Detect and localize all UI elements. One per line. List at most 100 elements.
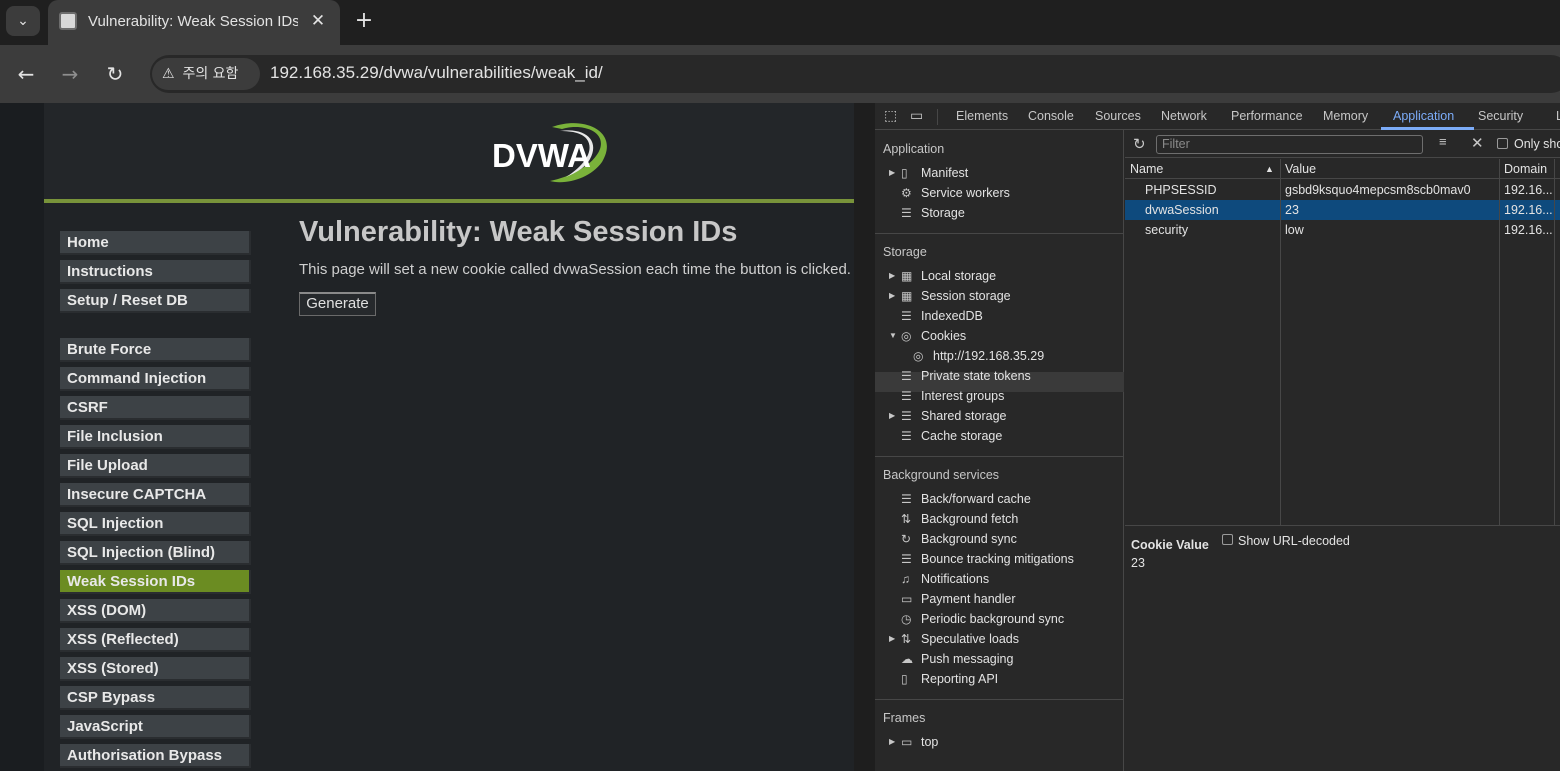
menu-item-brute-force[interactable]: Brute Force xyxy=(60,338,251,362)
sidebar-item-background-fetch[interactable]: ⇅ Background fetch xyxy=(889,509,1018,529)
sidebar-item-notifications[interactable]: ♫ Notifications xyxy=(889,569,989,589)
inspect-element-icon[interactable]: ⬚ xyxy=(884,107,897,124)
expand-arrow-icon[interactable]: ▶ xyxy=(889,732,901,752)
devtools-splitter[interactable] xyxy=(854,103,875,771)
divider xyxy=(875,699,1124,700)
tab-memory[interactable]: Memory xyxy=(1323,109,1368,123)
menu-item-insecure-captcha[interactable]: Insecure CAPTCHA xyxy=(60,483,251,507)
menu-item-sql-injection[interactable]: SQL Injection xyxy=(60,512,251,536)
expand-arrow-icon[interactable]: ▶ xyxy=(889,266,901,286)
sidebar-item-payment-handler[interactable]: ▭ Payment handler xyxy=(889,589,1016,609)
sidebar-item-bfcache[interactable]: ☰ Back/forward cache xyxy=(889,489,1031,509)
refresh-icon[interactable]: ↻ xyxy=(1133,135,1146,153)
section-storage: Storage xyxy=(883,245,927,259)
tab-network[interactable]: Network xyxy=(1161,109,1207,123)
menu-item-home[interactable]: Home xyxy=(60,231,251,255)
expand-arrow-icon[interactable]: ▶ xyxy=(889,629,901,649)
sidebar-item-push-messaging[interactable]: ☁ Push messaging xyxy=(889,649,1013,669)
clear-filtered-icon[interactable]: ≡ xyxy=(1439,134,1447,149)
menu-item-instructions[interactable]: Instructions xyxy=(60,260,251,284)
tab-close-icon[interactable]: ✕ xyxy=(306,9,330,33)
sidebar-item-private-state-tokens[interactable]: ☰ Private state tokens xyxy=(889,366,1031,386)
cookie-row[interactable]: PHPSESSID gsbd9ksquo4mepcsm8scb0mav0 192.1… xyxy=(1125,180,1560,200)
security-chip[interactable]: ⚠ 주의 요함 xyxy=(152,58,260,90)
sidebar-item-local-storage[interactable]: ▶ ▦ Local storage xyxy=(889,266,996,286)
filter-input[interactable]: Filter xyxy=(1156,135,1423,154)
database-icon: ☰ xyxy=(901,309,912,323)
sidebar-item-session-storage[interactable]: ▶ ▦ Session storage xyxy=(889,286,1011,306)
sidebar-item-interest-groups[interactable]: ☰ Interest groups xyxy=(889,386,1004,406)
sidebar-item-background-sync[interactable]: ↻ Background sync xyxy=(889,529,1017,549)
sidebar-item-speculative-loads[interactable]: ▶ ⇅ Speculative loads xyxy=(889,629,1019,649)
sort-ascending-icon: ▲ xyxy=(1265,164,1274,174)
sidebar-item-cookie-origin[interactable]: ◎ http://192.168.35.29 xyxy=(901,346,1044,366)
sidebar-item-bounce-tracking[interactable]: ☰ Bounce tracking mitigations xyxy=(889,549,1074,569)
tab-sources[interactable]: Sources xyxy=(1095,109,1141,123)
file-icon: ▯ xyxy=(901,672,908,686)
menu-item-command-injection[interactable]: Command Injection xyxy=(60,367,251,391)
show-url-decoded-checkbox[interactable] xyxy=(1222,534,1233,545)
menu-item-file-upload[interactable]: File Upload xyxy=(60,454,251,478)
menu-item-xss-dom[interactable]: XSS (DOM) xyxy=(60,599,251,623)
menu-item-authorisation-bypass[interactable]: Authorisation Bypass xyxy=(60,744,251,768)
sidebar-item-periodic-sync[interactable]: ◷ Periodic background sync xyxy=(889,609,1064,629)
cookie-row[interactable]: security low 192.16... xyxy=(1125,220,1560,240)
sidebar-item-label: Payment handler xyxy=(921,592,1016,606)
sidebar-item-reporting-api[interactable]: ▯ Reporting API xyxy=(889,669,998,689)
table-icon: ▦ xyxy=(901,289,913,303)
sidebar-item-cookies[interactable]: ▼ ◎ Cookies xyxy=(889,326,966,346)
tab-elements[interactable]: Elements xyxy=(956,109,1008,123)
sidebar-item-label: Session storage xyxy=(921,289,1011,303)
sidebar-item-manifest[interactable]: ▶ ▯ Manifest xyxy=(889,163,968,183)
expand-arrow-icon[interactable]: ▶ xyxy=(889,406,901,426)
tab-console[interactable]: Console xyxy=(1028,109,1074,123)
sidebar-item-shared-storage[interactable]: ▶ ☰ Shared storage xyxy=(889,406,1006,426)
menu-item-file-inclusion[interactable]: File Inclusion xyxy=(60,425,251,449)
menu-item-sql-injection-blind[interactable]: SQL Injection (Blind) xyxy=(60,541,251,565)
sidebar-item-storage[interactable]: ☰ Storage xyxy=(889,203,965,223)
reload-icon[interactable]: ↻ xyxy=(100,59,130,89)
section-frames: Frames xyxy=(883,711,926,725)
sidebar-item-indexeddb[interactable]: ☰ IndexedDB xyxy=(889,306,983,326)
devtools-tabbar: ⬚ ▭ Elements Console Sources Network Per… xyxy=(875,103,1560,130)
close-icon[interactable]: ✕ xyxy=(1471,134,1484,152)
forward-icon[interactable]: → xyxy=(55,59,85,89)
tab-performance[interactable]: Performance xyxy=(1231,109,1303,123)
menu-item-csrf[interactable]: CSRF xyxy=(60,396,251,420)
dvwa-header: DVWA xyxy=(44,103,854,199)
menu-item-xss-stored[interactable]: XSS (Stored) xyxy=(60,657,251,681)
menu-item-javascript[interactable]: JavaScript xyxy=(60,715,251,739)
device-toolbar-icon[interactable]: ▭ xyxy=(910,107,923,124)
tab-security[interactable]: Security xyxy=(1478,109,1523,123)
menu-item-csp-bypass[interactable]: CSP Bypass xyxy=(60,686,251,710)
cookie-row[interactable]: dvwaSession 23 192.16... xyxy=(1125,200,1560,220)
column-value[interactable]: Value xyxy=(1280,159,1499,179)
collapse-arrow-icon[interactable]: ▼ xyxy=(889,326,901,346)
browser-toolbar: ← → ↻ ⚠ 주의 요함 192.168.35.29/dvwa/vulnera… xyxy=(0,45,1560,103)
menu-item-xss-reflected[interactable]: XSS (Reflected) xyxy=(60,628,251,652)
cookie-pane: ↻ Filter ≡ ✕ Only sho Name ▲ Value Domain… xyxy=(1125,130,1560,771)
sidebar-item-cache-storage[interactable]: ☰ Cache storage xyxy=(889,426,1002,446)
database-icon: ☰ xyxy=(901,429,912,443)
url-text[interactable]: 192.168.35.29/dvwa/vulnerabilities/weak_… xyxy=(270,63,603,83)
devtools-panel: ⬚ ▭ Elements Console Sources Network Per… xyxy=(875,103,1560,771)
expand-arrow-icon[interactable]: ▶ xyxy=(889,286,901,306)
sidebar-item-frame-top[interactable]: ▶ ▭ top xyxy=(889,732,938,752)
back-icon[interactable]: ← xyxy=(11,59,41,89)
sidebar-item-label: Periodic background sync xyxy=(921,612,1065,626)
only-show-checkbox[interactable] xyxy=(1497,138,1508,149)
browser-tab[interactable]: Vulnerability: Weak Session IDs ✕ xyxy=(48,0,340,45)
sidebar-item-service-workers[interactable]: ⚙ Service workers xyxy=(889,183,1010,203)
tab-application[interactable]: Application xyxy=(1393,109,1454,123)
menu-item-weak-session-ids[interactable]: Weak Session IDs xyxy=(60,570,251,594)
column-name[interactable]: Name ▲ xyxy=(1125,159,1280,179)
expand-arrow-icon[interactable]: ▶ xyxy=(889,163,901,183)
tab-list-button[interactable]: ⌄ xyxy=(6,6,40,36)
column-domain[interactable]: Domain xyxy=(1499,159,1560,179)
tab-overflow[interactable]: L xyxy=(1556,109,1560,123)
menu-item-setup-reset-db[interactable]: Setup / Reset DB xyxy=(60,289,251,313)
generate-button[interactable]: Generate xyxy=(299,292,376,316)
new-tab-button[interactable]: + xyxy=(350,8,378,36)
sidebar-item-label: top xyxy=(921,735,939,749)
address-bar[interactable]: ⚠ 주의 요함 192.168.35.29/dvwa/vulnerabiliti… xyxy=(150,55,1560,93)
